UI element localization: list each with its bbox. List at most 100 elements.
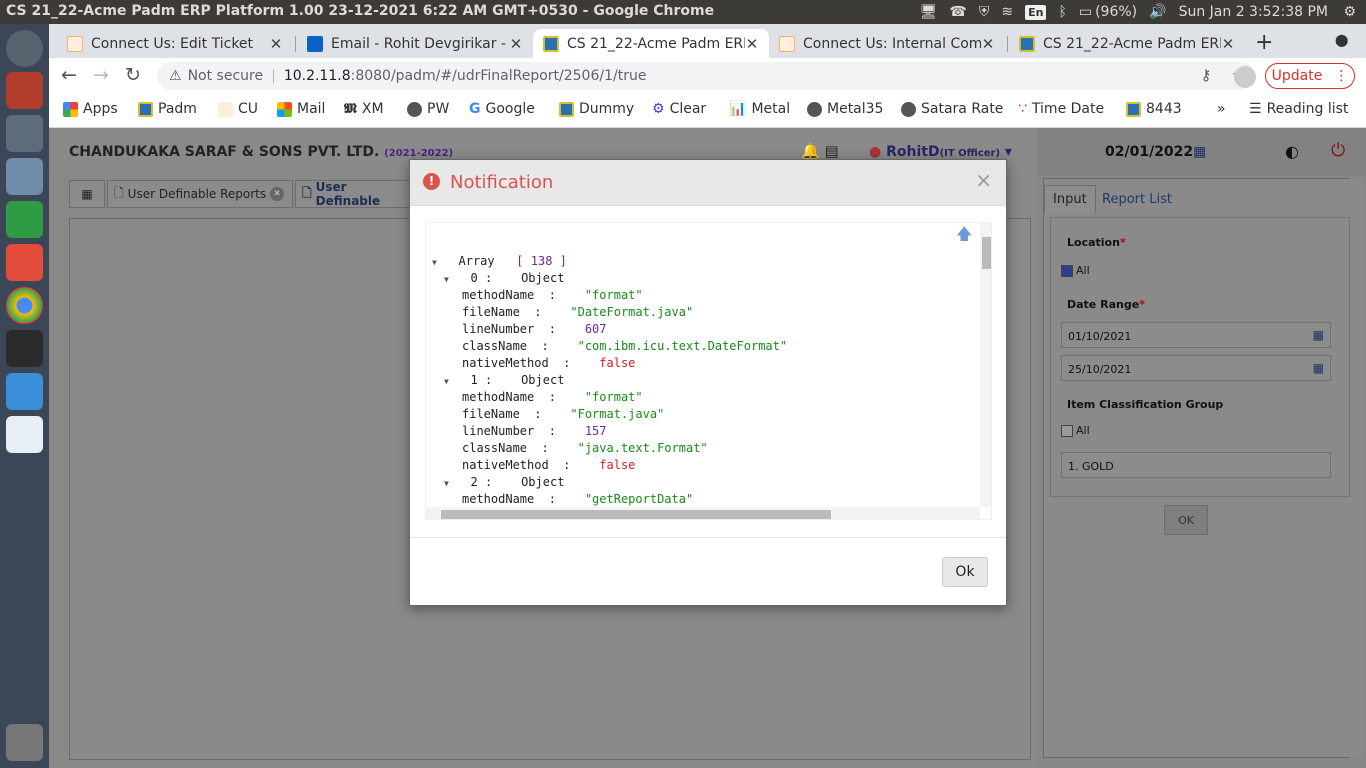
bookmark-cu[interactable]: CU xyxy=(218,101,258,117)
json-field-row[interactable]: lineNumber : 157 xyxy=(462,423,607,440)
close-tab-icon[interactable]: ✕ xyxy=(509,35,523,53)
bookmark-google[interactable]: G Google xyxy=(469,101,535,117)
calculator-icon[interactable] xyxy=(6,115,43,152)
bookmark-pw[interactable]: PW xyxy=(407,101,449,117)
close-tab-icon[interactable]: ✕ xyxy=(269,35,283,53)
power-menu-icon[interactable]: ⚙ xyxy=(1343,4,1356,20)
power-icon[interactable]: ⏻ xyxy=(1331,140,1345,161)
json-object-row[interactable]: ▼ 0 : Object xyxy=(444,270,564,288)
scrollbar-thumb[interactable] xyxy=(982,237,991,269)
back-icon[interactable]: ← xyxy=(61,64,77,86)
json-field-row[interactable]: lineNumber : 607 xyxy=(462,321,607,338)
bookmark-apps[interactable]: Apps xyxy=(63,101,118,117)
volume-icon[interactable]: 🔊 xyxy=(1149,4,1166,20)
browser-tab[interactable]: Connect Us: Internal Com ✕ xyxy=(769,29,1005,58)
more-bookmarks-button[interactable]: » xyxy=(1217,101,1226,117)
clock[interactable]: Sun Jan 2 3:52:38 PM xyxy=(1179,4,1328,20)
bookmark-mail[interactable]: Mail xyxy=(277,101,325,117)
json-field-row[interactable]: methodName : "format" xyxy=(462,287,643,304)
bookmark-satara-rate[interactable]: Satara Rate xyxy=(901,101,1003,117)
json-object-row[interactable]: ▼ 2 : Object xyxy=(444,474,564,492)
ok-button[interactable]: OK xyxy=(1164,505,1208,535)
tab-search-icon[interactable]: ⬤ xyxy=(1335,33,1348,47)
softphone-icon[interactable] xyxy=(6,373,43,410)
date-to-field[interactable]: 25/10/2021 ▦ xyxy=(1061,355,1331,381)
chrome-icon[interactable] xyxy=(6,287,43,324)
browser-tab-active[interactable]: CS 21_22-Acme Padm ERP ✕ xyxy=(533,29,769,58)
ok-button[interactable]: Ok xyxy=(942,557,988,587)
item-group-select[interactable]: 1. GOLD xyxy=(1061,452,1331,478)
scrollbar-thumb[interactable] xyxy=(441,510,831,519)
text-editor-icon[interactable] xyxy=(6,416,43,453)
bookmark-padm[interactable]: Padm xyxy=(138,101,197,117)
warning-icon[interactable]: ⚠ xyxy=(169,68,182,84)
json-field-row[interactable]: className : "java.text.Format" xyxy=(462,440,708,457)
terminal-icon[interactable] xyxy=(6,330,43,367)
profile-avatar[interactable] xyxy=(1234,66,1256,88)
calendar-icon[interactable]: ▦ xyxy=(1313,328,1324,342)
bookmark-xm[interactable]: 𝕸 XM xyxy=(344,101,384,117)
json-field-row[interactable]: methodName : "format" xyxy=(462,389,643,406)
close-icon[interactable]: × xyxy=(975,168,992,192)
ubuntu-home-icon[interactable] xyxy=(6,30,43,67)
network-manager-icon[interactable]: 🖥 xyxy=(920,4,938,20)
page-tab-active[interactable]: 🗋 User Definable xyxy=(295,180,415,208)
json-field-row[interactable]: nativeMethod : false xyxy=(462,355,635,372)
current-date[interactable]: 02/01/2022▦ xyxy=(1105,144,1206,160)
bell-icon[interactable]: 🔔 ▤ xyxy=(801,142,839,160)
phone-icon[interactable]: ☎ xyxy=(949,4,966,20)
json-field-row[interactable]: className : "com.ibm.icu.text.DateFormat… xyxy=(462,338,787,355)
arrow-up-icon[interactable]: 🡅 xyxy=(956,223,972,250)
key-icon[interactable]: ⚷ xyxy=(1201,66,1212,84)
address-bar[interactable]: ⚠ Not secure | 10.2.11.8:8080/padm/#/udr… xyxy=(157,62,1255,90)
bluetooth-icon[interactable]: ᛒ xyxy=(1058,4,1066,20)
browser-tab[interactable]: CS 21_22-Acme Padm ERP ✕ xyxy=(1009,29,1245,58)
bookmark-dummy[interactable]: Dummy xyxy=(559,101,634,117)
reload-icon[interactable]: ↻ xyxy=(125,64,141,86)
reading-list-button[interactable]: ☰ Reading list xyxy=(1249,101,1348,117)
bookmark-metal[interactable]: 📊 Metal xyxy=(729,101,790,117)
right-panel-scrollbar[interactable] xyxy=(1350,178,1364,758)
close-tab-icon[interactable]: ✕ xyxy=(981,35,995,53)
date-from-field[interactable]: 01/10/2021 ▦ xyxy=(1061,322,1331,348)
anydesk-icon[interactable] xyxy=(6,244,43,281)
close-tab-icon[interactable]: ✕ xyxy=(745,35,759,53)
trash-icon[interactable] xyxy=(6,724,43,761)
item-group-all-checkbox[interactable]: All xyxy=(1061,424,1090,437)
close-tab-icon[interactable]: ✕ xyxy=(1221,35,1235,53)
browser-tab[interactable]: Email - Rohit Devgirikar - O ✕ xyxy=(297,29,533,58)
spreadsheet-icon[interactable] xyxy=(6,201,43,238)
json-root-row[interactable]: ▼ Array [ 138 ] xyxy=(432,253,567,271)
update-button[interactable]: Update ⋮ xyxy=(1265,63,1355,89)
bookmark-clear[interactable]: ⚙ Clear xyxy=(652,101,706,117)
tab-input[interactable]: Input xyxy=(1044,185,1096,213)
json-object-row[interactable]: ▼ 1 : Object xyxy=(444,372,564,390)
eye-slash-icon[interactable]: ◐ xyxy=(1285,142,1299,161)
bookmark-time-date[interactable]: ∵ Time Date xyxy=(1018,101,1104,117)
user-menu[interactable]: ● RohitD(IT Officer) ▾ xyxy=(869,144,1012,160)
json-field-row[interactable]: nativeMethod : false xyxy=(462,457,635,474)
grid-menu-button[interactable]: ▦ xyxy=(69,180,105,208)
horizontal-scrollbar[interactable] xyxy=(426,507,980,519)
remote-desktop-icon[interactable] xyxy=(6,158,43,195)
bookmark-8443[interactable]: 8443 xyxy=(1126,101,1182,117)
close-icon[interactable]: ✕ xyxy=(270,187,285,201)
location-all-checkbox[interactable]: All xyxy=(1061,264,1090,277)
files-icon[interactable] xyxy=(6,72,43,109)
new-tab-icon[interactable]: + xyxy=(1255,30,1273,55)
tab-report-list[interactable]: Report List xyxy=(1094,185,1180,213)
security-chip[interactable]: Not secure xyxy=(188,68,264,84)
wifi-icon[interactable]: ≋ xyxy=(1001,4,1013,20)
json-field-row[interactable]: fileName : "DateFormat.java" xyxy=(462,304,693,321)
keyboard-layout[interactable]: En xyxy=(1025,4,1047,20)
json-tree-view[interactable]: 🡅 ▼ Array [ 138 ] ▼ 0 : Object methodName … xyxy=(425,222,992,520)
kebab-menu-icon[interactable]: ⋮ xyxy=(1334,68,1348,84)
json-field-row[interactable]: fileName : "Format.java" xyxy=(462,406,664,423)
json-field-row[interactable]: methodName : "getReportData" xyxy=(462,491,693,508)
shield-icon[interactable]: ⛨ xyxy=(979,4,990,20)
battery-indicator[interactable]: ▭ (96%) xyxy=(1079,4,1137,20)
page-tab[interactable]: 🗋 User Definable Reports ✕ xyxy=(107,180,293,208)
browser-tab[interactable]: Connect Us: Edit Ticket ✕ xyxy=(57,29,293,58)
bookmark-metal35[interactable]: Metal35 xyxy=(807,101,883,117)
forward-icon[interactable]: → xyxy=(93,64,109,86)
